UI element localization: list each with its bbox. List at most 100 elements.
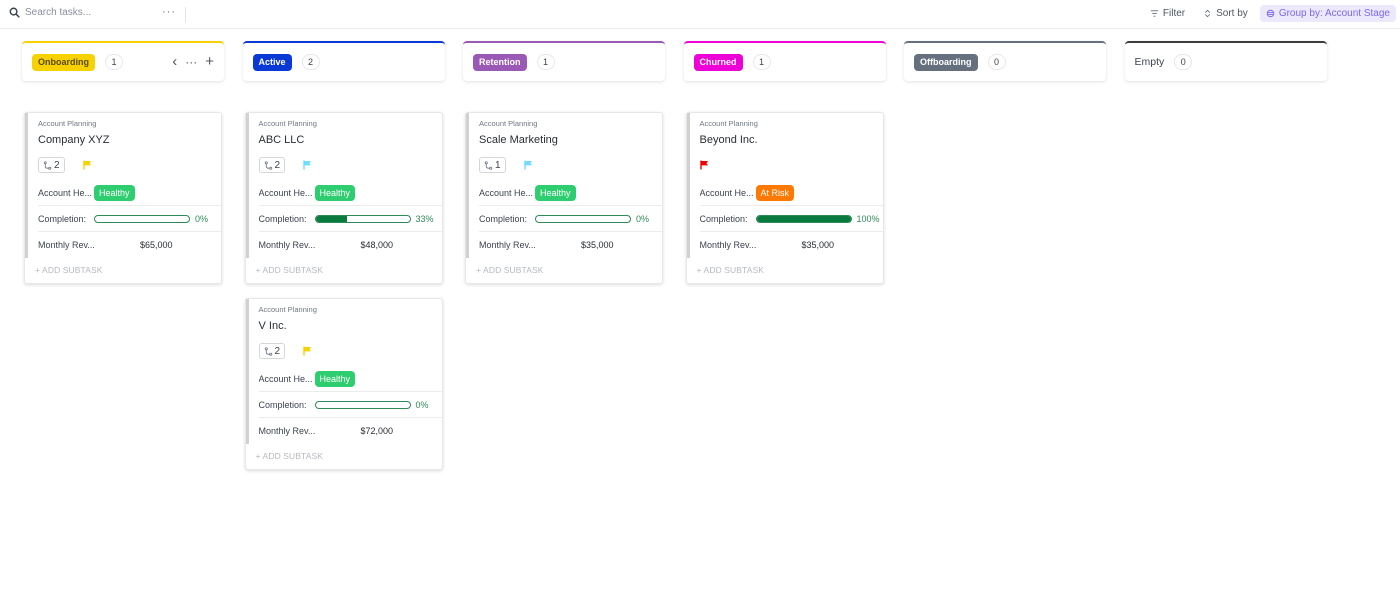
completion-progress-bar xyxy=(94,214,190,223)
task-card[interactable]: Account Planning V Inc. 2 Account He... Heal… xyxy=(244,298,443,470)
completion-field: Completion: 100% xyxy=(699,206,883,232)
task-meta-row: 2 xyxy=(38,157,221,173)
revenue-value[interactable]: $65,000 xyxy=(140,240,173,250)
progress-fill xyxy=(315,215,347,222)
completion-field: Completion: 0% xyxy=(38,206,221,232)
field-label: Account He... xyxy=(38,187,93,198)
health-status-badge[interactable]: Healthy xyxy=(94,184,135,201)
add-subtask-button[interactable]: + ADD SUBTASK xyxy=(687,258,883,283)
revenue-value[interactable]: $35,000 xyxy=(802,240,835,250)
task-card[interactable]: Account Planning Scale Marketing 1 Account … xyxy=(465,112,663,284)
top-toolbar: ··· Filter Sort by Group by: Account Sta… xyxy=(0,0,1400,29)
subtask-icon xyxy=(484,160,493,170)
add-subtask-button[interactable]: + ADD SUBTASK xyxy=(25,258,221,283)
completion-field: Completion: 0% xyxy=(479,206,662,232)
priority-flag-icon[interactable] xyxy=(523,160,533,170)
add-subtask-button[interactable]: + ADD SUBTASK xyxy=(246,258,442,283)
toolbar-divider xyxy=(185,7,186,22)
completion-percent: 0% xyxy=(636,213,650,224)
revenue-value[interactable]: $35,000 xyxy=(581,240,614,250)
filter-button[interactable]: Filter xyxy=(1144,5,1191,22)
task-count-badge: 1 xyxy=(536,54,555,70)
subtask-icon xyxy=(264,160,272,170)
priority-flag-icon[interactable] xyxy=(82,160,92,170)
completion-percent: 0% xyxy=(195,213,209,224)
subtask-count: 2 xyxy=(274,159,281,171)
stage-label[interactable]: Onboarding xyxy=(32,53,95,71)
add-subtask-button[interactable]: + ADD SUBTASK xyxy=(246,444,442,469)
revenue-value[interactable]: $48,000 xyxy=(361,240,394,250)
column-header-churned: Churned 1 xyxy=(683,41,886,81)
search-more-button[interactable]: ··· xyxy=(162,6,176,18)
subtask-icon xyxy=(43,160,52,170)
monthly-revenue-field: Monthly Rev... $48,000 xyxy=(259,232,442,258)
field-label: Monthly Rev... xyxy=(38,240,94,250)
stage-label[interactable]: Active xyxy=(252,53,292,71)
subtasks-chip[interactable]: 2 xyxy=(258,157,286,173)
task-count-badge: 0 xyxy=(987,54,1006,70)
subtask-count: 2 xyxy=(54,159,60,171)
monthly-revenue-field: Monthly Rev... $35,000 xyxy=(479,232,662,258)
field-label: Account He... xyxy=(258,373,313,384)
field-label: Monthly Rev... xyxy=(258,426,315,436)
health-status-badge[interactable]: Healthy xyxy=(535,184,576,201)
field-label: Completion: xyxy=(258,213,307,224)
list-breadcrumb: Account Planning xyxy=(258,119,317,128)
stage-label[interactable]: Offboarding xyxy=(914,53,978,71)
card-body: Account Planning Beyond Inc. Account He...… xyxy=(686,113,883,258)
sort-label: Sort by xyxy=(1216,8,1248,19)
task-meta-row xyxy=(699,157,883,173)
sort-button[interactable]: Sort by xyxy=(1197,5,1254,22)
field-label: Account He... xyxy=(258,187,313,198)
card-body: Account Planning Company XYZ 2 Account He..… xyxy=(25,113,221,258)
card-body: Account Planning ABC LLC 2 Account He... Hea… xyxy=(245,113,442,258)
health-status-badge[interactable]: At Risk xyxy=(755,184,795,201)
task-card[interactable]: Account Planning Company XYZ 2 Account He..… xyxy=(24,112,222,284)
health-status-badge[interactable]: Healthy xyxy=(314,184,356,201)
list-breadcrumb: Account Planning xyxy=(699,119,758,128)
column-actions: ‹ ··· + xyxy=(172,54,214,69)
column-header-onboarding: Onboarding 1 ‹ ··· + xyxy=(22,41,224,81)
collapse-column-icon[interactable]: ‹ xyxy=(172,54,177,69)
task-card[interactable]: Account Planning ABC LLC 2 Account He... Hea… xyxy=(244,112,443,284)
group-by-button[interactable]: Group by: Account Stage xyxy=(1259,5,1396,22)
account-health-field: Account He... Healthy xyxy=(258,180,442,206)
completion-field: Completion: 0% xyxy=(258,392,442,418)
priority-flag-icon[interactable] xyxy=(699,160,709,170)
column-header-active: Active 2 xyxy=(242,41,445,81)
priority-flag-icon[interactable] xyxy=(303,346,312,356)
column-header-retention: Retention 1 xyxy=(463,41,665,81)
task-name[interactable]: Scale Marketing xyxy=(479,134,662,148)
health-status-badge[interactable]: Healthy xyxy=(314,370,356,387)
add-task-icon[interactable]: + xyxy=(205,54,214,69)
completion-field: Completion: 33% xyxy=(258,206,442,232)
task-name[interactable]: Beyond Inc. xyxy=(700,134,883,148)
task-count-badge: 0 xyxy=(1174,54,1193,70)
task-count-badge: 1 xyxy=(752,54,771,70)
filter-icon xyxy=(1150,10,1158,17)
account-health-field: Account He... Healthy xyxy=(479,180,662,206)
subtasks-chip[interactable]: 2 xyxy=(258,343,286,359)
sort-icon xyxy=(1205,9,1211,18)
task-card[interactable]: Account Planning Beyond Inc. Account He...… xyxy=(685,112,884,284)
task-name[interactable]: Company XYZ xyxy=(38,134,221,148)
subtasks-chip[interactable]: 1 xyxy=(479,157,506,173)
add-subtask-button[interactable]: + ADD SUBTASK xyxy=(466,258,662,283)
more-options-icon[interactable]: ··· xyxy=(185,56,197,68)
search-box[interactable] xyxy=(9,7,155,18)
task-name[interactable]: ABC LLC xyxy=(259,134,442,148)
stage-label[interactable]: Churned xyxy=(693,53,743,71)
subtask-count: 2 xyxy=(274,345,281,357)
view-tools: Filter Sort by Group by: Account Stage xyxy=(1144,5,1396,22)
revenue-value[interactable]: $72,000 xyxy=(361,426,394,436)
search-input[interactable] xyxy=(25,7,155,18)
account-health-field: Account He... Healthy xyxy=(38,180,221,206)
subtasks-chip[interactable]: 2 xyxy=(38,157,65,173)
stage-label[interactable]: Retention xyxy=(473,53,527,71)
monthly-revenue-field: Monthly Rev... $72,000 xyxy=(259,418,442,444)
field-label: Account He... xyxy=(699,187,754,198)
priority-flag-icon[interactable] xyxy=(303,160,312,170)
task-name[interactable]: V Inc. xyxy=(259,320,442,334)
task-count-badge: 2 xyxy=(301,54,320,70)
stage-label[interactable]: Empty xyxy=(1135,56,1165,68)
